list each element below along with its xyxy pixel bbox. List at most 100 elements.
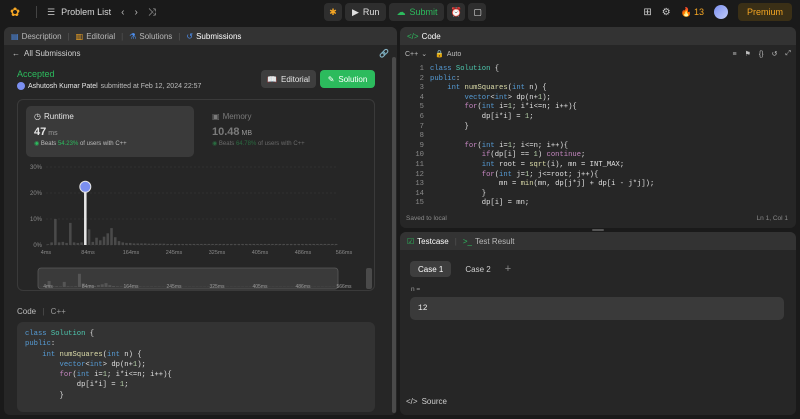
range-tick-label: 405ms bbox=[252, 284, 268, 290]
range-mini-bar bbox=[55, 286, 59, 287]
account-controls: ⊞ ⚙ 🔥 13 Premium bbox=[643, 3, 792, 21]
braces-icon[interactable]: {} bbox=[759, 51, 764, 58]
range-mini-bar bbox=[74, 286, 78, 287]
chart-bar bbox=[248, 243, 252, 245]
next-problem-icon[interactable]: › bbox=[134, 7, 137, 18]
param-input[interactable]: 12 bbox=[410, 297, 784, 320]
code-line: int numSquares(int n) { bbox=[42, 350, 142, 359]
case-1-tab[interactable]: Case 1 bbox=[410, 261, 452, 277]
fire-icon: 🔥 bbox=[680, 6, 692, 17]
tab-solutions[interactable]: ⚗ Solutions bbox=[129, 32, 172, 41]
layout-grid-icon[interactable]: ⊞ bbox=[643, 7, 651, 18]
prev-problem-icon[interactable]: ‹ bbox=[121, 7, 124, 18]
line-number: 13 bbox=[415, 180, 424, 189]
range-slider-handle bbox=[366, 268, 372, 289]
testcase-panel: ☑ Testcase | >_ Test Result Case 1 Case … bbox=[400, 232, 796, 415]
chart-bar bbox=[289, 243, 293, 245]
streak-count: 13 bbox=[693, 7, 704, 17]
editor-source[interactable]: class Solution {public: int numSquares(i… bbox=[430, 65, 654, 209]
code-panel-header: </> Code bbox=[400, 27, 796, 45]
chart-bar bbox=[218, 243, 222, 245]
case-2-tab[interactable]: Case 2 bbox=[457, 261, 498, 277]
chart-bar bbox=[301, 243, 304, 245]
problem-list-button[interactable]: ☰ Problem List bbox=[47, 7, 111, 18]
line-number: 5 bbox=[419, 103, 424, 112]
range-mini-bar bbox=[96, 285, 100, 287]
notes-button[interactable]: ▢ bbox=[468, 3, 487, 21]
author-name[interactable]: Ashutosh Kumar Patel bbox=[28, 83, 98, 90]
tab-solutions-label: Solutions bbox=[139, 31, 173, 41]
left-scrollbar[interactable] bbox=[392, 57, 396, 413]
memory-unit: MB bbox=[241, 130, 253, 137]
line-number: 1 bbox=[419, 65, 424, 73]
range-mini-bar bbox=[115, 286, 119, 287]
chart-bar bbox=[293, 243, 297, 245]
chart-bar bbox=[312, 243, 315, 245]
user-avatar[interactable] bbox=[713, 5, 728, 19]
memory-card[interactable]: ▣ Memory 10.48 MB ◉ Beats 64.78% of users … bbox=[204, 106, 364, 157]
run-button[interactable]: ▶ Run bbox=[345, 3, 387, 21]
mode-auto[interactable]: Auto bbox=[447, 51, 461, 58]
tab-test-result[interactable]: >_ Test Result bbox=[463, 237, 515, 246]
code-panel-title: Code bbox=[421, 31, 441, 41]
chart-bar bbox=[158, 243, 162, 245]
run-controls: ✱ ▶ Run ☁ Submit ⏰ ▢ bbox=[324, 3, 487, 21]
editor-line: for(int i=1; i<=n; i++){ bbox=[464, 141, 569, 150]
editor-line: vector<int> dp(n+1); bbox=[464, 93, 551, 102]
code-brackets-icon: </> bbox=[407, 31, 419, 41]
premium-button[interactable]: Premium bbox=[737, 3, 792, 21]
chart-bar bbox=[226, 243, 229, 245]
chart-bar bbox=[282, 243, 285, 245]
tab-testcase[interactable]: ☑ Testcase bbox=[407, 237, 449, 246]
leetcode-logo-icon[interactable]: ✿ bbox=[8, 5, 22, 19]
submission-code[interactable]: class Solution {public: int numSquares(i… bbox=[17, 322, 375, 412]
line-number: 14 bbox=[415, 189, 424, 198]
resize-handle[interactable] bbox=[592, 229, 604, 231]
editor-line: public: bbox=[430, 74, 461, 83]
shuffle-icon[interactable]: ⤨ bbox=[148, 7, 156, 18]
run-label: Run bbox=[362, 7, 380, 17]
tab-description[interactable]: ▤ Description bbox=[11, 32, 62, 41]
y-tick-label: 30% bbox=[30, 165, 43, 171]
line-number: 7 bbox=[419, 122, 424, 131]
author-avatar[interactable] bbox=[17, 82, 25, 90]
solution-button[interactable]: ✎ Solution bbox=[320, 70, 375, 88]
format-icon[interactable]: ≡ bbox=[732, 51, 736, 58]
chart-bar bbox=[192, 243, 196, 245]
list-icon: ☰ bbox=[47, 6, 56, 17]
bookmark-icon[interactable]: ⚑ bbox=[745, 50, 751, 58]
code-editor[interactable]: 1 2 3 4 5 6 7 8 9 10 11 12 13 14 15 class Solution {pu… bbox=[400, 61, 796, 228]
language-value: C++ bbox=[405, 50, 419, 58]
editor-toolbar: C++ ⌄ 🔒 Auto ≡ ⚑ {} ↺ ⤢ bbox=[400, 47, 796, 61]
chart-bar bbox=[61, 241, 65, 245]
share-link-icon[interactable]: 🔗 bbox=[379, 49, 389, 58]
y-tick-label: 10% bbox=[30, 217, 43, 223]
chart-bar bbox=[69, 222, 72, 245]
chart-bar bbox=[80, 242, 83, 245]
settings-gear-icon[interactable]: ⚙ bbox=[662, 7, 671, 18]
reset-icon[interactable]: ↺ bbox=[772, 50, 778, 58]
add-case-icon[interactable]: + bbox=[505, 263, 511, 275]
editorial-button[interactable]: 📖 Editorial bbox=[261, 70, 316, 88]
fullscreen-icon[interactable]: ⤢ bbox=[785, 50, 791, 58]
debug-button[interactable]: ✱ bbox=[324, 3, 342, 21]
source-toggle[interactable]: </> Source bbox=[406, 397, 447, 406]
tab-editorial[interactable]: ▥ Editorial bbox=[76, 32, 115, 41]
code-editor-panel: </> Code C++ ⌄ 🔒 Auto ≡ ⚑ {} ↺ ⤢ 1234567… bbox=[400, 27, 796, 228]
chart-bar bbox=[155, 243, 158, 245]
tab-submissions[interactable]: ↺ Submissions bbox=[186, 32, 241, 41]
x-tick-label: 245ms bbox=[166, 250, 183, 256]
back-link[interactable]: ← All Submissions bbox=[12, 49, 80, 58]
line-number: 10 bbox=[415, 151, 424, 160]
chart-bar bbox=[331, 243, 334, 245]
language-select[interactable]: C++ ⌄ bbox=[405, 50, 427, 59]
runtime-distribution-chart[interactable]: 30% 20% 10% 0% 4ms 84ms 164ms 245ms 325ms 405ms 48… bbox=[18, 160, 376, 290]
submit-button[interactable]: ☁ Submit bbox=[389, 3, 445, 21]
streak-counter[interactable]: 🔥 13 bbox=[681, 7, 704, 18]
param-label: n = bbox=[411, 286, 421, 293]
runtime-card[interactable]: ◷ Runtime 47 ms ◉ Beats 54.23% of users wi… bbox=[26, 106, 194, 157]
alarm-button[interactable]: ⏰ bbox=[447, 3, 466, 21]
editor-line: class Solution { bbox=[430, 65, 500, 73]
chart-bar bbox=[316, 243, 319, 245]
